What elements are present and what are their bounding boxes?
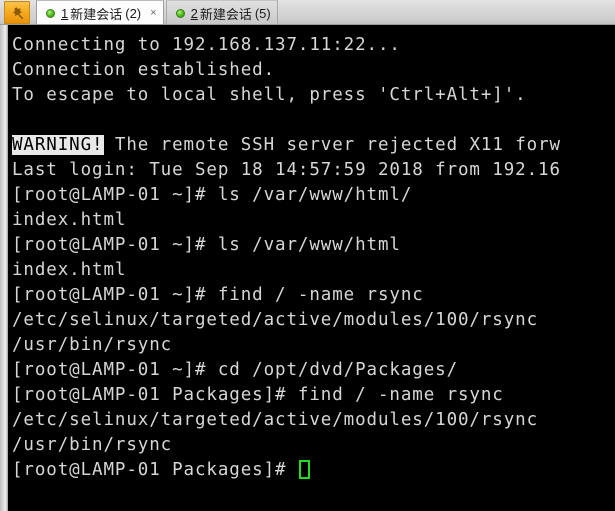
terminal-line: /etc/selinux/targeted/active/modules/100… [12,310,539,330]
terminal-output-pane[interactable]: Connecting to 192.168.137.11:22... Conne… [8,25,615,511]
warning-badge: WARNING! [12,135,104,155]
securecrt-window: 1 新建会话 (2) × 2 新建会话 (5) Connecting to 19… [0,0,615,511]
tab-bar: 1 新建会话 (2) × 2 新建会话 (5) [0,0,615,25]
tab-title-label: 新建会话 [70,6,123,22]
terminal-line: /usr/bin/rsync [12,435,173,455]
terminal-line: [root@LAMP-01 ~]# ls /var/www/html [12,235,401,255]
tab-status-dot-connected-icon [175,8,185,18]
tab-index-label: 2 [190,5,198,21]
tab-session-1[interactable]: 1 新建会话 (2) × [36,0,164,24]
terminal-line: To escape to local shell, press 'Ctrl+Al… [12,85,527,105]
terminal-line: [root@LAMP-01 ~]# ls /var/www/html/ [12,185,413,205]
warning-text: The remote SSH server rejected X11 forw [103,135,561,155]
terminal-line: [root@LAMP-01 ~]# find / -name rsync [12,285,424,305]
terminal-line: Connecting to 192.168.137.11:22... [12,35,401,55]
terminal-line: Connection established. [12,60,276,80]
tab-bar-empty-area [278,0,615,24]
tab-status-dot-connected-icon [46,8,55,18]
tab-session-2[interactable]: 2 新建会话 (5) [165,0,278,24]
terminal-line: Last login: Tue Sep 18 14:57:59 2018 fro… [12,160,561,180]
window-left-edge [0,25,8,511]
terminal-line: /usr/bin/rsync [12,335,173,355]
tab-index-label: 1 [61,5,69,21]
terminal-line: [root@LAMP-01 ~]# cd /opt/dvd/Packages/ [12,360,458,380]
tab-count-label: (5) [254,5,271,21]
terminal-line: [root@LAMP-01 Packages]# find / -name rs… [12,385,504,405]
terminal-line: index.html [12,260,127,280]
terminal-line: index.html [12,210,127,230]
securecrt-app-icon[interactable] [4,1,30,24]
terminal-line: /etc/selinux/targeted/active/modules/100… [12,410,539,430]
terminal-prompt-line: [root@LAMP-01 Packages]# [12,458,615,483]
terminal-line-warning: WARNING! The remote SSH server rejected … [12,133,615,158]
text-cursor[interactable] [298,460,310,479]
close-icon[interactable]: × [150,7,156,19]
terminal-prompt-text: [root@LAMP-01 Packages]# [12,460,298,480]
tab-title-label: 新建会话 [199,6,252,22]
tab-count-label: (2) [125,5,142,21]
